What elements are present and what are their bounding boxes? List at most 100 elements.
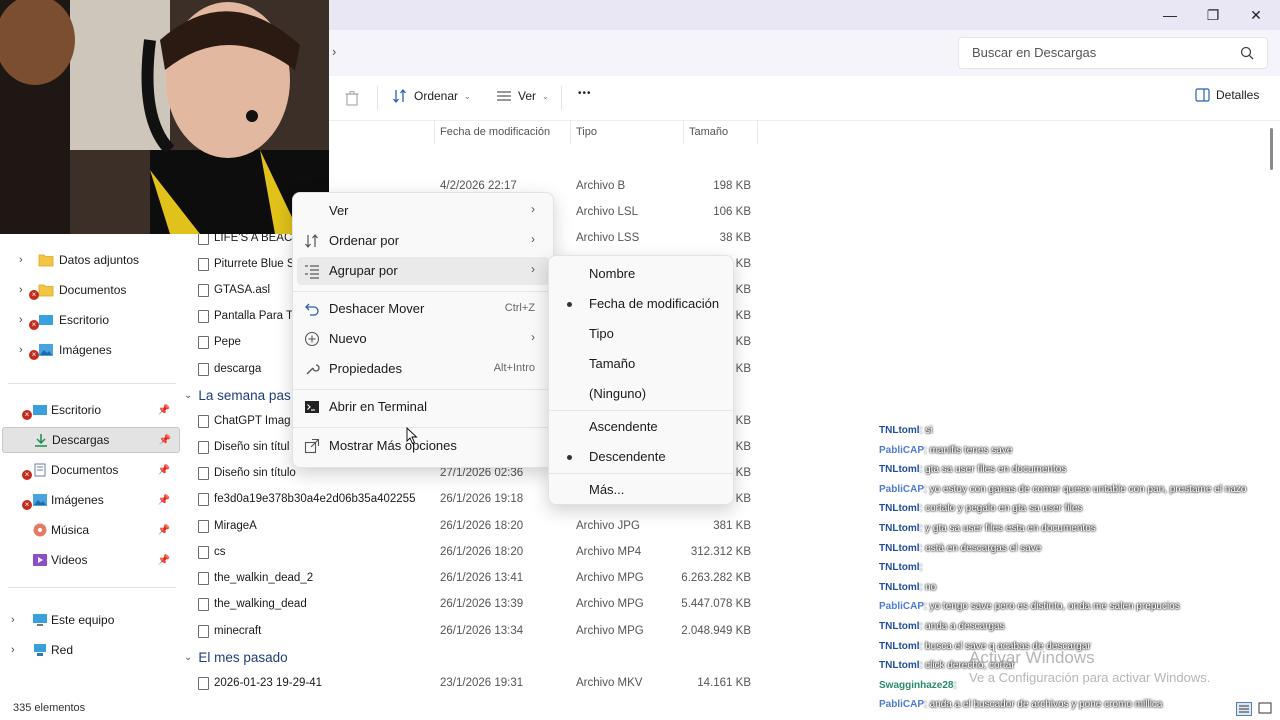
column-header-modified[interactable]: Fecha de modificación (440, 126, 550, 138)
menu-item-sort-by[interactable]: Ordenar por › (297, 227, 549, 255)
sidebar-item-attachments[interactable]: › Datos adjuntos (0, 247, 178, 273)
file-row[interactable]: the_walkin_dead_2 26/1/2026 13:41 Archivo … (190, 566, 760, 592)
sidebar-item-network[interactable]: › Red (0, 637, 178, 663)
menu-item-group-by[interactable]: Agrupar por › (297, 257, 549, 285)
file-name: Diseño sin título (214, 467, 296, 479)
sidebar-item-videos[interactable]: Videos 📌 (0, 547, 178, 573)
group-header-last-week[interactable]: ⌄ La semana pas (184, 388, 291, 403)
file-icon (198, 415, 209, 428)
chevron-down-icon[interactable]: ⌄ (184, 390, 192, 401)
sidebar-item-downloads[interactable]: Descargas 📌 (2, 427, 180, 453)
menu-item-label: Mostrar Más opciones (329, 438, 457, 453)
submenu-item-ascending[interactable]: Ascendente (553, 413, 729, 441)
file-date: 26/1/2026 18:20 (440, 520, 524, 532)
submenu-item-type[interactable]: Tipo (553, 320, 729, 348)
pin-icon[interactable]: 📌 (159, 435, 171, 446)
submenu-item-more[interactable]: Más... (553, 476, 729, 504)
sidebar-item-documents[interactable]: › × Documentos (0, 277, 178, 303)
pin-icon[interactable]: 📌 (158, 405, 170, 416)
chat-message: TNLtoml: no (879, 582, 936, 593)
menu-item-properties[interactable]: Propiedades Alt+Intro (297, 355, 549, 383)
breadcrumb-chevron-icon[interactable]: › (332, 44, 336, 59)
submenu-item-size[interactable]: Tamaño (553, 350, 729, 378)
context-menu: Ver › Ordenar por › Agrupar por › Deshac… (292, 192, 554, 468)
chat-text: : yo tengo save pero es distinto, onda m… (924, 601, 1180, 613)
sidebar-item-label: Imágenes (59, 343, 112, 357)
details-pane-button[interactable]: Detalles (1195, 88, 1259, 102)
file-icon (198, 336, 209, 349)
chat-username: PabliCAP (879, 601, 925, 613)
menu-item-show-more-options[interactable]: Mostrar Más opciones (297, 432, 549, 460)
file-size: KB (735, 415, 751, 427)
chat-username: TNLtoml (879, 503, 920, 515)
chevron-right-icon[interactable]: › (11, 614, 15, 626)
chevron-down-icon[interactable]: ⌄ (184, 652, 192, 663)
menu-item-view[interactable]: Ver › (297, 197, 549, 225)
minimize-button[interactable]: — (1148, 0, 1192, 30)
chevron-down-icon: ⌄ (542, 91, 549, 101)
sort-button[interactable]: Ordenar ⌄ (392, 88, 471, 104)
delete-icon[interactable] (344, 90, 360, 106)
chat-message: TNLtoml: y gta sa user files esta en doc… (879, 523, 1096, 534)
chevron-right-icon[interactable]: › (19, 254, 23, 266)
chevron-right-icon[interactable]: › (11, 644, 15, 656)
file-row[interactable]: minecraft 26/1/2026 13:34 Archivo MPG 2.048… (190, 619, 760, 645)
search-icon[interactable] (1239, 45, 1255, 61)
sidebar-item-pictures[interactable]: › × Imágenes (0, 337, 178, 363)
file-row[interactable]: MirageA 26/1/2026 18:20 Archivo JPG 381 KB (190, 514, 760, 540)
submenu-item-label: Nombre (589, 266, 636, 281)
search-box[interactable] (958, 37, 1268, 69)
view-button[interactable]: Ver ⌄ (496, 88, 549, 104)
file-row[interactable]: cs 26/1/2026 18:20 Archivo MP4 312.312 KB (190, 540, 760, 566)
menu-item-open-terminal[interactable]: Abrir en Terminal (297, 393, 549, 421)
sidebar-item-quick-desktop[interactable]: × Escritorio 📌 (0, 397, 178, 423)
sidebar-item-quick-documents[interactable]: × Documentos 📌 (0, 457, 178, 483)
activate-windows-watermark: Activar Windows Ve a Configuración para … (969, 648, 1210, 685)
menu-item-label: Propiedades (329, 361, 402, 376)
chevron-right-icon[interactable]: › (19, 344, 23, 356)
sidebar-item-label: Escritorio (51, 403, 102, 417)
maximize-button[interactable]: ❐ (1191, 0, 1235, 30)
chat-text: : gta sa user files en documentos (919, 464, 1067, 476)
file-size: 14.161 KB (697, 677, 751, 689)
pin-icon[interactable]: 📌 (158, 465, 170, 476)
sidebar-item-this-pc[interactable]: › Este equipo (0, 607, 178, 633)
chevron-right-icon: › (531, 330, 535, 344)
open-external-icon (304, 438, 320, 454)
column-divider[interactable] (570, 120, 571, 144)
submenu-item-descending[interactable]: Descendente (553, 443, 729, 471)
sidebar-item-quick-pictures[interactable]: × Imágenes 📌 (0, 487, 178, 513)
menu-item-new[interactable]: Nuevo › (297, 325, 549, 353)
chat-message: PabliCAP: manifis tenes save (879, 445, 1012, 456)
column-divider[interactable] (683, 120, 684, 144)
group-header-last-month[interactable]: ⌄ El mes pasado (184, 650, 288, 665)
chat-text: : (919, 562, 923, 574)
chevron-right-icon[interactable]: › (19, 314, 23, 326)
submenu-item-name[interactable]: Nombre (553, 260, 729, 288)
close-button[interactable]: ✕ (1234, 0, 1278, 30)
column-header-type[interactable]: Tipo (576, 126, 597, 138)
file-row[interactable]: the_walking_dead 26/1/2026 13:39 Archivo M… (190, 592, 760, 618)
column-divider[interactable] (434, 120, 435, 144)
scrollbar-thumb[interactable] (1270, 128, 1273, 170)
submenu-item-none[interactable]: (Ninguno) (553, 380, 729, 408)
submenu-item-date-modified[interactable]: Fecha de modificación (553, 290, 729, 318)
more-options-button[interactable]: ••• (578, 88, 592, 99)
pin-icon[interactable]: 📌 (158, 495, 170, 506)
search-input[interactable] (972, 45, 1232, 60)
menu-item-undo-move[interactable]: Deshacer Mover Ctrl+Z (297, 295, 549, 323)
column-divider[interactable] (757, 120, 758, 144)
sort-icon (305, 234, 318, 248)
pin-icon[interactable]: 📌 (158, 555, 170, 566)
file-type: Archivo MPG (576, 625, 644, 637)
error-badge-icon: × (22, 410, 32, 420)
pin-icon[interactable]: 📌 (158, 525, 170, 536)
file-row[interactable]: 2026-01-23 19-29-41 23/1/2026 19:31 Archiv… (190, 671, 760, 697)
file-name: the_walkin_dead_2 (214, 572, 314, 584)
submenu-item-label: Tipo (589, 326, 614, 341)
file-date: 26/1/2026 19:18 (440, 493, 524, 505)
column-header-size[interactable]: Tamaño (689, 126, 728, 138)
sidebar-item-music[interactable]: Música 📌 (0, 517, 178, 543)
chevron-right-icon[interactable]: › (19, 284, 23, 296)
sidebar-item-desktop[interactable]: › × Escritorio (0, 307, 178, 333)
